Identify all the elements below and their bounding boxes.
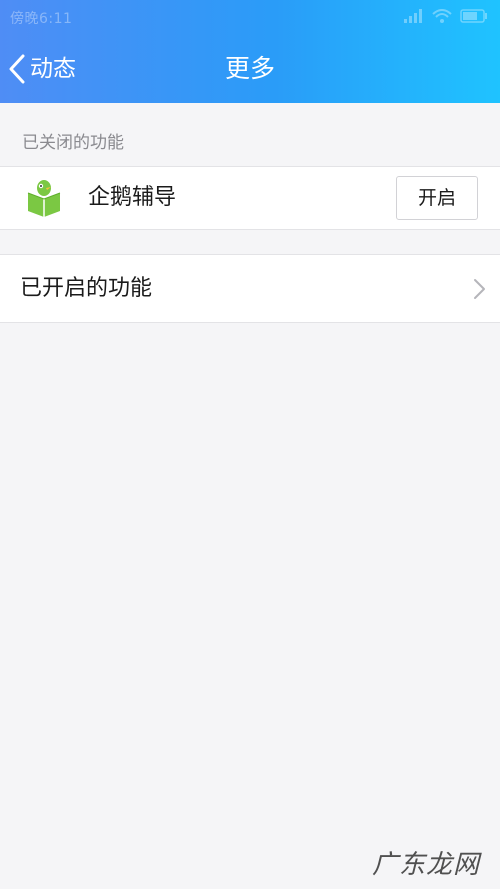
wifi-icon bbox=[432, 9, 452, 23]
nav-bar: 动态 更多 bbox=[0, 34, 500, 103]
chevron-left-icon bbox=[9, 54, 25, 84]
signal-icon bbox=[404, 9, 422, 23]
penguin-tutor-icon bbox=[27, 180, 61, 217]
enable-button[interactable]: 开启 bbox=[396, 176, 478, 220]
opened-features-row[interactable]: 已开启的功能 bbox=[0, 254, 500, 323]
chevron-right-icon bbox=[474, 279, 485, 299]
status-bar: 傍晚6:11 bbox=[0, 0, 500, 34]
back-label: 动态 bbox=[30, 56, 76, 82]
closed-feature-row: 企鹅辅导 开启 bbox=[0, 166, 500, 230]
back-button[interactable]: 动态 bbox=[8, 48, 76, 90]
opened-section-label: 已开启的功能 bbox=[20, 276, 153, 301]
battery-icon bbox=[460, 9, 487, 23]
feature-label-penguin-tutor: 企鹅辅导 bbox=[88, 185, 177, 210]
status-time: 傍晚6:11 bbox=[10, 11, 73, 27]
status-icons bbox=[404, 9, 488, 23]
closed-section-label: 已关闭的功能 bbox=[22, 133, 124, 153]
watermark-text: 广东龙网 bbox=[371, 850, 480, 880]
watermark: 广东龙网 bbox=[372, 844, 480, 881]
header: 傍晚6:11 动态 更多 bbox=[0, 0, 500, 103]
screen: 傍晚6:11 动态 更多 已关闭的功能 企鹅辅导 开启 已开启的功能 广东龙网 bbox=[0, 0, 500, 889]
